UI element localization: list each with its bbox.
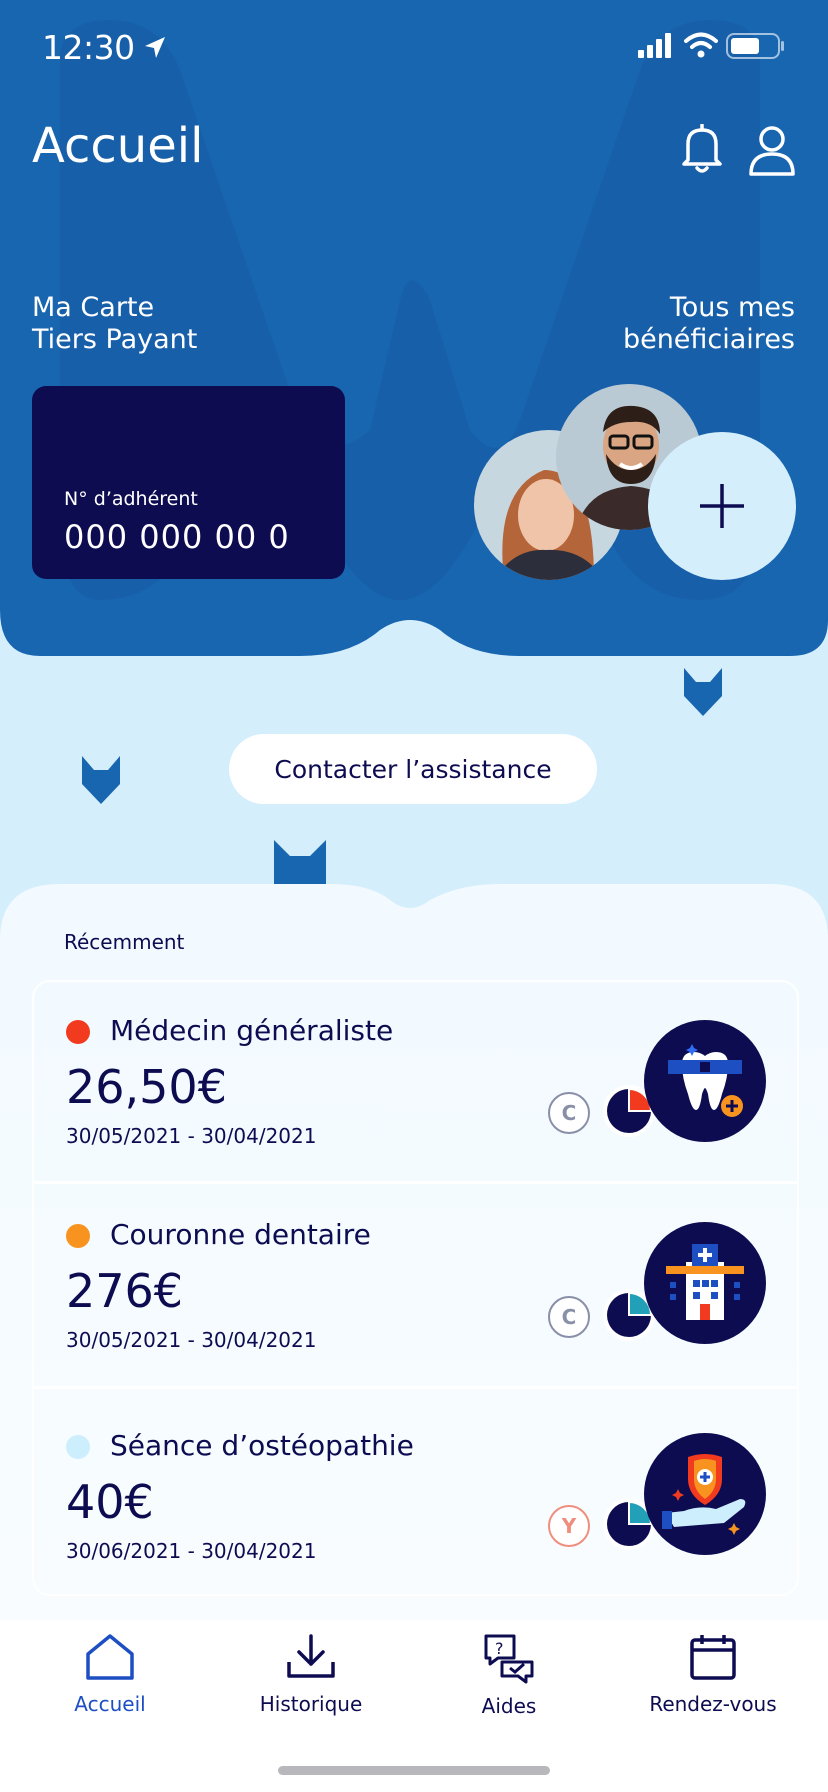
item-dates: 30/05/2021 - 30/04/2021 bbox=[66, 1328, 317, 1352]
item-title: Médecin généraliste bbox=[110, 1014, 394, 1047]
bell-icon[interactable] bbox=[682, 124, 722, 174]
item-badge: C bbox=[548, 1296, 590, 1338]
item-amount: 40€ bbox=[66, 1475, 154, 1529]
recent-item[interactable]: Médecin généraliste 26,50€ 30/05/2021 - … bbox=[34, 982, 797, 1184]
battery-icon bbox=[726, 33, 784, 59]
download-icon bbox=[287, 1634, 335, 1678]
wifi-icon bbox=[684, 32, 718, 58]
divider bbox=[34, 1386, 797, 1389]
item-title: Séance d’ostéopathie bbox=[110, 1429, 414, 1462]
decorative-shape bbox=[82, 756, 120, 804]
beneficiaries-link[interactable]: Tous mes bénéficiaires bbox=[623, 292, 795, 356]
contact-assistance-button[interactable]: Contacter l’assistance bbox=[229, 734, 597, 804]
profile-icon[interactable] bbox=[748, 124, 796, 176]
nav-label: Rendez-vous bbox=[649, 1692, 777, 1716]
tooth-icon bbox=[644, 1020, 766, 1142]
item-dates: 30/05/2021 - 30/04/2021 bbox=[66, 1124, 317, 1148]
nav-item-aides[interactable]: ? Aides bbox=[429, 1632, 589, 1718]
item-badge: C bbox=[548, 1092, 590, 1134]
item-badge: Y bbox=[548, 1505, 590, 1547]
care-shield-icon bbox=[644, 1433, 766, 1555]
recent-list: Médecin généraliste 26,50€ 30/05/2021 - … bbox=[32, 980, 799, 1596]
card-section-title: Ma Carte Tiers Payant bbox=[32, 292, 198, 355]
hospital-icon bbox=[644, 1222, 766, 1344]
decorative-shape bbox=[684, 668, 722, 716]
page-title: Accueil bbox=[32, 118, 204, 174]
home-icon bbox=[86, 1634, 134, 1680]
item-title: Couronne dentaire bbox=[110, 1218, 371, 1251]
plus-icon bbox=[700, 484, 744, 528]
member-card[interactable]: N° d’adhérent 000 000 00 0 bbox=[32, 386, 345, 579]
help-chat-icon: ? bbox=[484, 1634, 534, 1684]
member-number: 000 000 00 0 bbox=[64, 518, 290, 556]
status-dot bbox=[66, 1224, 90, 1248]
nav-label: Aides bbox=[481, 1694, 537, 1718]
recent-item[interactable]: Couronne dentaire 276€ 30/05/2021 - 30/0… bbox=[34, 1186, 797, 1388]
calendar-icon bbox=[690, 1635, 736, 1680]
signal-icon bbox=[638, 33, 671, 58]
nav-item-rendez-vous[interactable]: Rendez-vous bbox=[633, 1632, 793, 1716]
nav-item-accueil[interactable]: Accueil bbox=[30, 1632, 190, 1716]
recent-label: Récemment bbox=[64, 930, 185, 954]
nav-label: Accueil bbox=[74, 1692, 146, 1716]
recent-item[interactable]: Séance d’ostéopathie 40€ 30/06/2021 - 30… bbox=[34, 1391, 797, 1593]
status-dot bbox=[66, 1020, 90, 1044]
status-dot bbox=[66, 1435, 90, 1459]
nav-label: Historique bbox=[259, 1692, 363, 1716]
nav-item-historique[interactable]: Historique bbox=[231, 1632, 391, 1716]
item-amount: 26,50€ bbox=[66, 1060, 227, 1114]
item-amount: 276€ bbox=[66, 1264, 184, 1318]
item-dates: 30/06/2021 - 30/04/2021 bbox=[66, 1539, 317, 1563]
member-number-label: N° d’adhérent bbox=[64, 488, 198, 510]
add-beneficiary-button[interactable] bbox=[648, 432, 796, 580]
status-time: 12:30 bbox=[42, 28, 135, 67]
svg-text:?: ? bbox=[495, 1639, 504, 1658]
decorative-shape bbox=[274, 840, 326, 886]
divider bbox=[34, 1181, 797, 1184]
location-arrow-icon bbox=[145, 37, 165, 58]
home-indicator bbox=[278, 1766, 550, 1775]
